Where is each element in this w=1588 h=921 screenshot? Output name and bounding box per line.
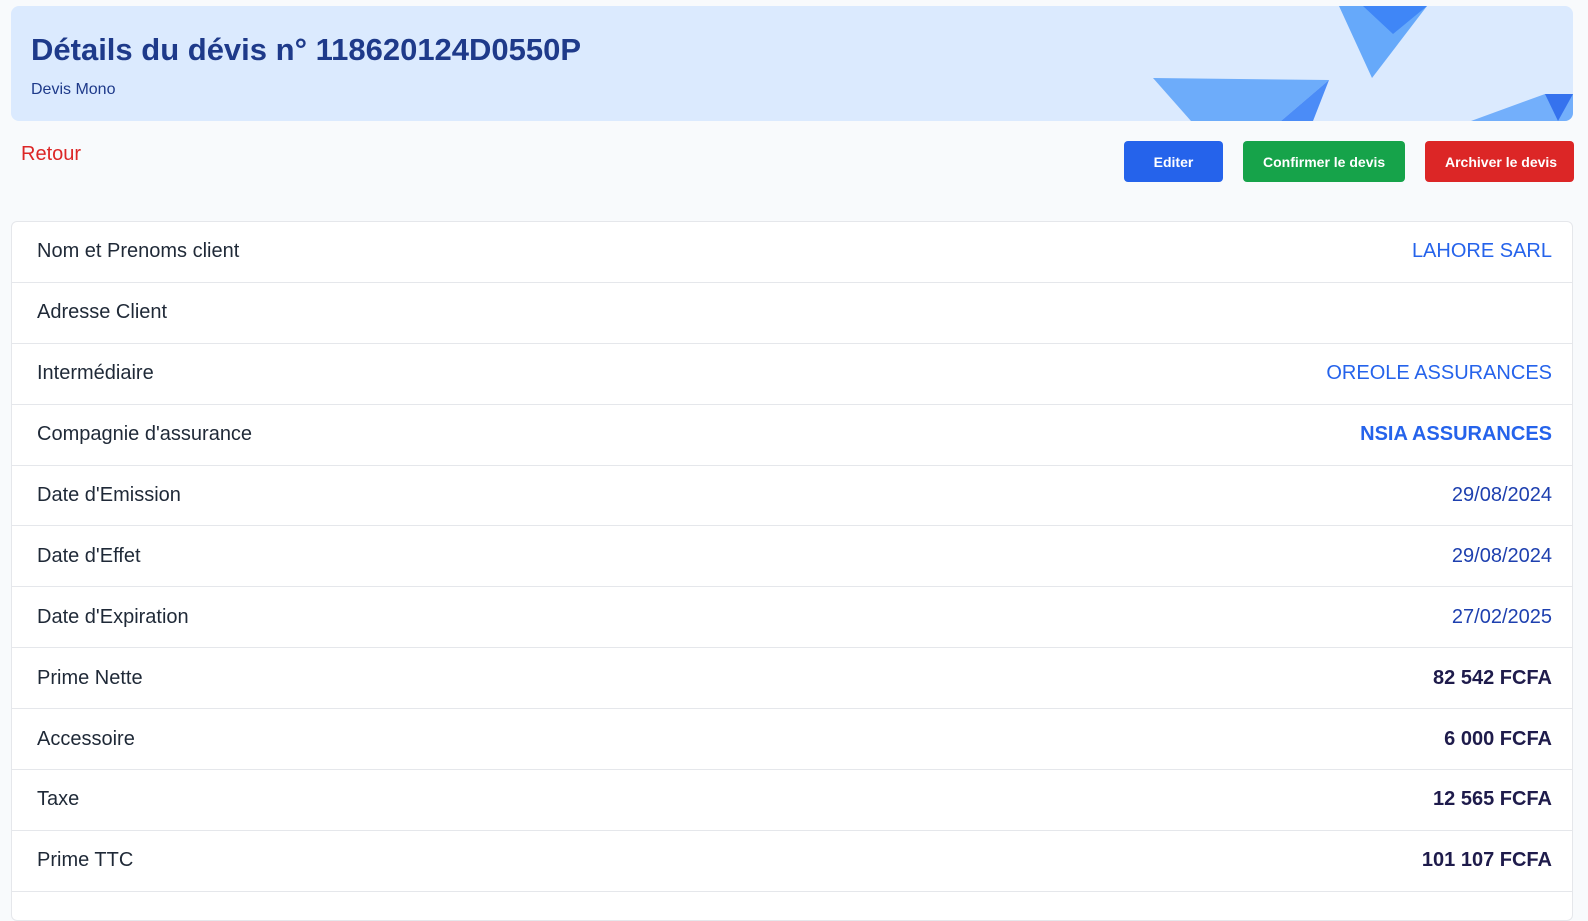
page-subtitle: Devis Mono bbox=[31, 81, 116, 98]
detail-row-expiry-date: Date d'Expiration 27/02/2025 bbox=[12, 587, 1572, 649]
page-header: Détails du dévis n° 118620124D0550P Devi… bbox=[11, 6, 1573, 121]
effective-date-value: 29/08/2024 bbox=[1451, 544, 1552, 567]
intermediary-value[interactable]: OREOLE ASSURANCES bbox=[1326, 362, 1552, 385]
detail-label: Compagnie d'assurance bbox=[37, 423, 253, 446]
detail-row-accessory: Accessoire 6 000 FCFA bbox=[12, 709, 1572, 771]
detail-row-net-premium: Prime Nette 82 542 FCFA bbox=[12, 648, 1572, 710]
detail-label: Intermédiaire bbox=[37, 362, 154, 385]
issue-date-value: 29/08/2024 bbox=[1451, 484, 1552, 506]
page-title: Détails du dévis n° 118620124D0550P bbox=[31, 32, 582, 67]
client-name-value[interactable]: LAHORE SARL bbox=[1412, 240, 1552, 263]
decorative-shapes bbox=[1153, 6, 1573, 121]
detail-label: Date d'Emission bbox=[37, 484, 181, 506]
expiry-date-value: 27/02/2025 bbox=[1451, 605, 1552, 628]
detail-label: Date d'Expiration bbox=[37, 605, 189, 628]
detail-row-total-premium: Prime TTC 101 107 FCFA bbox=[12, 831, 1572, 892]
detail-label: Taxe bbox=[37, 788, 80, 811]
accessory-value: 6 000 FCFA bbox=[1444, 727, 1552, 750]
tax-value: 12 565 FCFA bbox=[1433, 788, 1552, 811]
net-premium-value: 82 542 FCFA bbox=[1433, 666, 1552, 689]
detail-row-issue-date: Date d'Emission 29/08/2024 bbox=[12, 466, 1572, 527]
detail-label: Adresse Client bbox=[37, 301, 168, 324]
detail-label: Accessoire bbox=[37, 727, 135, 750]
archive-quote-button[interactable]: Archiver le devis bbox=[1425, 141, 1574, 182]
detail-row-intermediary: Intermédiaire OREOLE ASSURANCES bbox=[12, 344, 1572, 405]
total-premium-value: 101 107 FCFA bbox=[1421, 849, 1552, 872]
action-bar: Editer Confirmer le devis Archiver le de… bbox=[1124, 141, 1574, 182]
detail-label: Prime Nette bbox=[37, 666, 143, 689]
detail-row-insurer: Compagnie d'assurance NSIA ASSURANCES bbox=[12, 405, 1572, 466]
confirm-quote-button[interactable]: Confirmer le devis bbox=[1243, 141, 1405, 182]
detail-row-effective-date: Date d'Effet 29/08/2024 bbox=[12, 526, 1572, 588]
detail-row-client-name: Nom et Prenoms client LAHORE SARL bbox=[12, 222, 1572, 283]
insurer-value[interactable]: NSIA ASSURANCES bbox=[1360, 423, 1552, 446]
detail-label: Nom et Prenoms client bbox=[37, 240, 240, 263]
quote-details-list: Nom et Prenoms client LAHORE SARL Adress… bbox=[11, 221, 1573, 921]
edit-button[interactable]: Editer bbox=[1124, 141, 1223, 182]
back-link[interactable]: Retour bbox=[21, 143, 81, 166]
detail-label: Date d'Effet bbox=[37, 544, 141, 567]
detail-row-client-address: Adresse Client bbox=[12, 283, 1572, 344]
detail-row-tax: Taxe 12 565 FCFA bbox=[12, 770, 1572, 831]
detail-label: Prime TTC bbox=[37, 849, 134, 872]
